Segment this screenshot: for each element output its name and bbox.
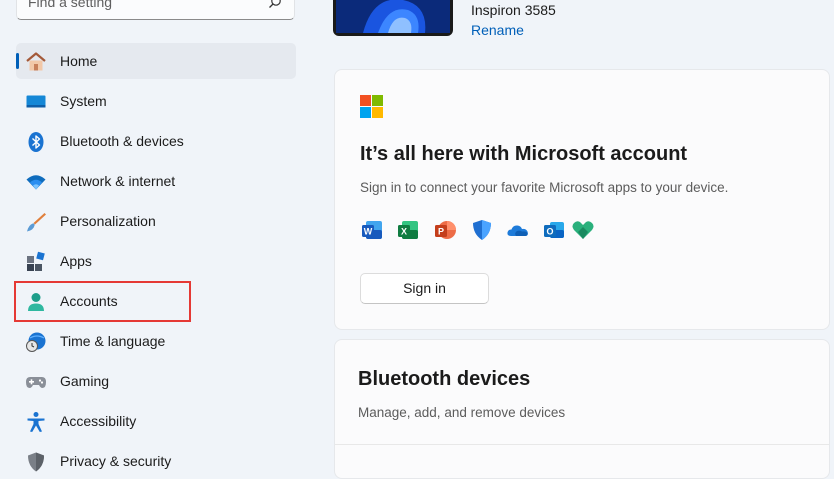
sidebar-item-gaming[interactable]: Gaming — [16, 363, 296, 399]
gamepad-icon — [26, 377, 46, 388]
shield-icon — [28, 452, 44, 472]
sidebar-item-bluetooth[interactable]: Bluetooth & devices — [16, 123, 296, 159]
system-icon — [26, 95, 46, 108]
logo-square-red — [360, 95, 371, 106]
ms-account-title: It’s all here with Microsoft account — [360, 143, 688, 165]
sidebar-item-label: Apps — [60, 253, 92, 269]
defender-icon — [473, 220, 491, 240]
search-box[interactable]: Find a setting — [16, 0, 295, 20]
logo-square-green — [372, 95, 383, 106]
family-icon — [572, 221, 594, 239]
sidebar-item-apps[interactable]: Apps — [16, 243, 296, 279]
search-icon[interactable] — [268, 0, 282, 9]
word-icon: W — [362, 221, 382, 239]
logo-square-blue — [360, 107, 371, 118]
powerpoint-icon: P — [435, 221, 456, 239]
sidebar-item-label: Privacy & security — [60, 453, 172, 469]
search-input[interactable]: Find a setting — [28, 0, 112, 10]
sidebar-item-system[interactable]: System — [16, 83, 296, 119]
sidebar: Find a setting Home System Bluetooth & d… — [0, 0, 320, 472]
sidebar-item-time-language[interactable]: Time & language — [16, 323, 296, 359]
device-thumbnail — [333, 0, 453, 36]
svg-text:X: X — [401, 227, 407, 237]
onedrive-icon — [507, 225, 528, 236]
bluetooth-icon — [28, 132, 44, 152]
excel-icon: X — [398, 221, 418, 239]
home-icon — [26, 52, 46, 71]
sign-in-button[interactable]: Sign in — [360, 273, 489, 304]
globe-clock-icon — [26, 332, 46, 352]
wifi-icon — [26, 175, 46, 190]
device-name: Inspiron 3585 — [471, 2, 556, 18]
svg-text:P: P — [438, 227, 444, 237]
svg-text:O: O — [546, 227, 553, 237]
ms-account-subtitle: Sign in to connect your favorite Microso… — [360, 180, 729, 195]
apps-icon — [27, 251, 45, 271]
svg-text:W: W — [364, 227, 373, 237]
sidebar-item-label: Gaming — [60, 373, 110, 389]
paintbrush-icon — [27, 213, 46, 232]
sidebar-item-privacy-security[interactable]: Privacy & security — [16, 443, 296, 479]
divider — [335, 444, 829, 445]
sidebar-item-label: System — [60, 93, 107, 109]
bluetooth-devices-card[interactable]: Bluetooth devices Manage, add, and remov… — [334, 339, 830, 479]
sidebar-item-label: Network & internet — [60, 173, 176, 189]
sidebar-item-home[interactable]: Home — [16, 43, 296, 79]
wallpaper-image — [336, 0, 450, 33]
bluetooth-devices-title: Bluetooth devices — [358, 368, 531, 390]
sidebar-item-label: Personalization — [60, 213, 156, 229]
bluetooth-devices-subtitle: Manage, add, and remove devices — [358, 405, 566, 420]
microsoft-account-card: It’s all here with Microsoft account Sig… — [334, 69, 830, 330]
active-indicator — [16, 53, 19, 69]
accounts-highlight-box — [14, 281, 191, 322]
sidebar-item-label: Accessibility — [60, 413, 137, 429]
sidebar-item-label: Time & language — [60, 333, 166, 349]
sidebar-item-network[interactable]: Network & internet — [16, 163, 296, 199]
accessibility-icon — [27, 412, 45, 432]
microsoft-logo-icon — [360, 95, 383, 118]
sidebar-item-personalization[interactable]: Personalization — [16, 203, 296, 239]
logo-square-yellow — [372, 107, 383, 118]
sidebar-item-label: Home — [60, 53, 98, 69]
sidebar-item-accessibility[interactable]: Accessibility — [16, 403, 296, 439]
outlook-icon: O — [544, 222, 564, 238]
sidebar-item-label: Bluetooth & devices — [60, 133, 184, 149]
rename-link[interactable]: Rename — [471, 22, 524, 38]
